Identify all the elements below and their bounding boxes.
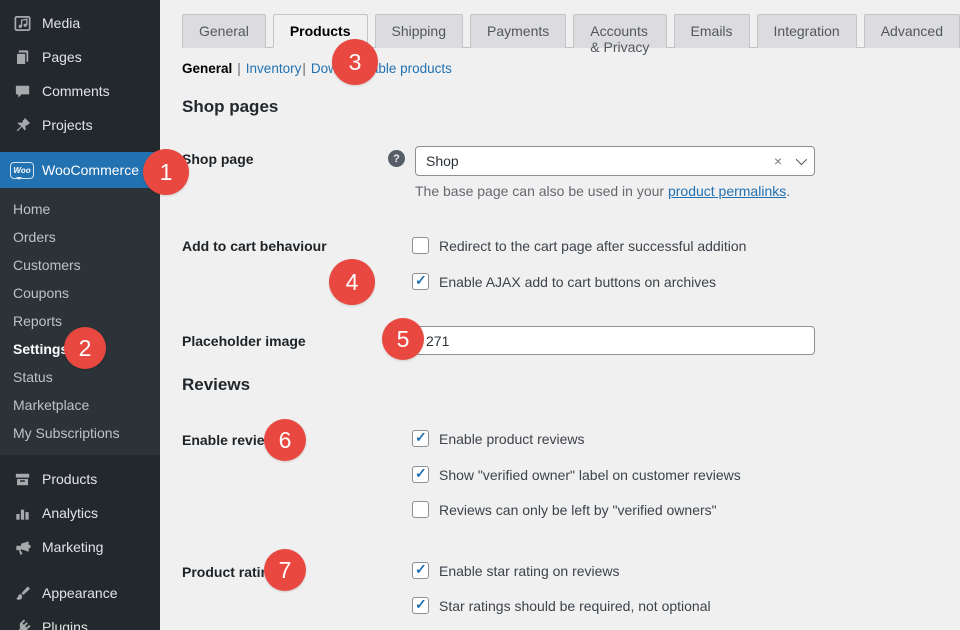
verified-owners-only-row: Reviews can only be left by "verified ow… [412, 501, 717, 518]
sidebar-item-label: Marketing [42, 539, 103, 555]
reviews-heading: Reviews [182, 375, 250, 395]
submenu-item-coupons[interactable]: Coupons [0, 279, 160, 307]
sidebar-item-label: Appearance [42, 585, 118, 601]
checkbox-label: Show "verified owner" label on customer … [439, 467, 741, 483]
product-permalinks-link[interactable]: product permalinks [668, 183, 786, 199]
woocommerce-icon: Woo [10, 162, 34, 179]
ajax-add-to-cart-checkbox[interactable] [412, 273, 429, 290]
annotation-badge-2: 2 [64, 327, 106, 369]
enable-star-rating-row: Enable star rating on reviews [412, 562, 620, 579]
tab-integration[interactable]: Integration [757, 14, 857, 48]
megaphone-icon [12, 537, 32, 557]
subnav-separator: | [237, 61, 241, 76]
media-icon [12, 13, 32, 33]
checkbox-label: Reviews can only be left by "verified ow… [439, 502, 717, 518]
sidebar-item-label: Projects [42, 117, 93, 133]
placeholder-image-input[interactable] [415, 326, 815, 355]
comments-icon [12, 81, 32, 101]
sidebar-item-label: Analytics [42, 505, 98, 521]
pin-icon [12, 115, 32, 135]
verified-owner-label-checkbox[interactable] [412, 466, 429, 483]
annotation-badge-6: 6 [264, 419, 306, 461]
settings-content: General Products Shipping Payments Accou… [160, 0, 960, 630]
tab-emails[interactable]: Emails [674, 14, 750, 48]
checkbox-label: Star ratings should be required, not opt… [439, 598, 711, 614]
shop-pages-heading: Shop pages [182, 97, 278, 117]
pages-icon [12, 47, 32, 67]
sidebar-item-products[interactable]: Products [0, 462, 160, 496]
shop-page-select-value: Shop [426, 153, 774, 169]
tab-accounts-privacy[interactable]: Accounts & Privacy [573, 14, 666, 48]
tab-advanced[interactable]: Advanced [864, 14, 960, 48]
sidebar-item-comments[interactable]: Comments [0, 74, 160, 108]
submenu-item-orders[interactable]: Orders [0, 223, 160, 251]
clear-selection-icon[interactable]: × [774, 153, 782, 169]
woocommerce-submenu: Home Orders Customers Coupons Reports Se… [0, 188, 160, 455]
redirect-cart-checkbox[interactable] [412, 237, 429, 254]
plug-icon [12, 617, 32, 630]
tab-general[interactable]: General [182, 14, 266, 48]
sidebar-item-label: Products [42, 471, 97, 487]
admin-sidebar: Media Pages Comments Projects Woo WooCom… [0, 0, 160, 630]
sidebar-item-marketing[interactable]: Marketing [0, 530, 160, 564]
submenu-item-marketplace[interactable]: Marketplace [0, 391, 160, 419]
star-ratings-required-checkbox[interactable] [412, 597, 429, 614]
sidebar-item-label: Comments [42, 83, 110, 99]
submenu-item-home[interactable]: Home [0, 195, 160, 223]
enable-star-rating-checkbox[interactable] [412, 562, 429, 579]
submenu-item-customers[interactable]: Customers [0, 251, 160, 279]
subnav-general[interactable]: General [182, 61, 232, 76]
products-subnav: General|Inventory|Downloadable products [182, 61, 452, 76]
sidebar-item-projects[interactable]: Projects [0, 108, 160, 142]
brush-icon [12, 583, 32, 603]
checkbox-label: Redirect to the cart page after successf… [439, 238, 746, 254]
sidebar-item-pages[interactable]: Pages [0, 40, 160, 74]
sidebar-item-label: Media [42, 15, 80, 31]
sidebar-item-appearance[interactable]: Appearance [0, 576, 160, 610]
chevron-down-icon [796, 154, 807, 165]
chart-icon [12, 503, 32, 523]
verified-owner-label-row: Show "verified owner" label on customer … [412, 466, 741, 483]
shop-page-description: The base page can also be used in your p… [415, 183, 790, 199]
box-icon [12, 469, 32, 489]
sidebar-item-media[interactable]: Media [0, 6, 160, 40]
sidebar-item-woocommerce[interactable]: Woo WooCommerce [0, 152, 160, 188]
enable-product-reviews-row: Enable product reviews [412, 430, 585, 447]
sidebar-item-label: Plugins [42, 619, 88, 630]
shop-page-label: Shop page [182, 151, 382, 167]
submenu-item-my-subscriptions[interactable]: My Subscriptions [0, 419, 160, 447]
shop-page-select[interactable]: Shop × [415, 146, 815, 176]
subnav-inventory[interactable]: Inventory [246, 61, 302, 76]
placeholder-image-label: Placeholder image [182, 333, 382, 349]
annotation-badge-1: 1 [143, 149, 189, 195]
annotation-badge-4: 4 [329, 259, 375, 305]
sidebar-item-analytics[interactable]: Analytics [0, 496, 160, 530]
enable-product-reviews-checkbox[interactable] [412, 430, 429, 447]
subnav-separator: | [302, 61, 306, 76]
add-to-cart-label: Add to cart behaviour [182, 238, 382, 254]
ajax-add-to-cart-row: Enable AJAX add to cart buttons on archi… [412, 273, 716, 290]
redirect-cart-row: Redirect to the cart page after successf… [412, 237, 746, 254]
annotation-badge-7: 7 [264, 549, 306, 591]
help-tip-icon[interactable]: ? [388, 150, 405, 167]
checkbox-label: Enable AJAX add to cart buttons on archi… [439, 274, 716, 290]
annotation-badge-3: 3 [332, 39, 378, 85]
page: Media Pages Comments Projects Woo WooCom… [0, 0, 960, 630]
verified-owners-only-checkbox[interactable] [412, 501, 429, 518]
tab-shipping[interactable]: Shipping [375, 14, 464, 48]
sidebar-item-plugins[interactable]: Plugins [0, 610, 160, 630]
tab-payments[interactable]: Payments [470, 14, 566, 48]
sidebar-item-label: WooCommerce [42, 162, 139, 178]
checkbox-label: Enable product reviews [439, 431, 585, 447]
star-ratings-required-row: Star ratings should be required, not opt… [412, 597, 711, 614]
annotation-badge-5: 5 [382, 318, 424, 360]
sidebar-item-label: Pages [42, 49, 82, 65]
settings-tabbar: General Products Shipping Payments Accou… [182, 14, 960, 48]
checkbox-label: Enable star rating on reviews [439, 563, 620, 579]
